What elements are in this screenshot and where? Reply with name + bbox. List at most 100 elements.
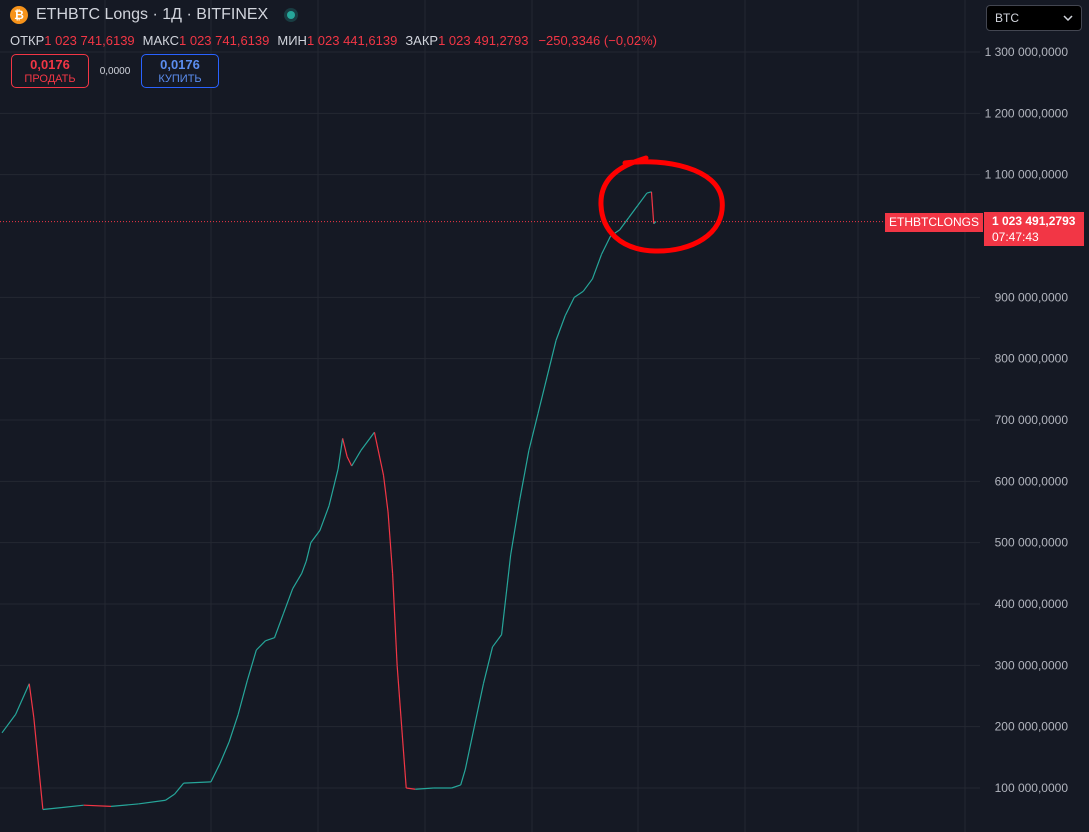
- sell-price: 0,0176: [30, 56, 70, 72]
- series-segment: [183, 781, 211, 784]
- price-chart[interactable]: 100 000,0000 200 000,0000 300 000,0000 400 …: [0, 0, 1089, 832]
- symbol-title[interactable]: ETHBTC Longs · 1Д · BITFINEX: [36, 6, 268, 24]
- series-segment: [628, 204, 639, 218]
- series-segment: [301, 560, 307, 574]
- close-value: 1 023 491,2793: [438, 33, 529, 48]
- close-label: ЗАКР: [405, 33, 439, 48]
- series-segment: [328, 468, 339, 507]
- series-segment: [255, 640, 266, 651]
- ohlc-legend: ОТКР 1 023 741,6139 МАКС 1 023 741,6139 …: [10, 33, 657, 48]
- series-segment: [582, 278, 593, 292]
- market-open-indicator-icon: [284, 8, 299, 22]
- series-segment: [283, 588, 294, 614]
- series-segment: [591, 254, 603, 280]
- series-segment: [492, 634, 503, 648]
- currency-select[interactable]: BTC: [986, 5, 1082, 31]
- series-segment: [346, 456, 353, 467]
- series-segment: [619, 217, 630, 231]
- series-segment: [500, 554, 512, 635]
- series-segment: [460, 769, 466, 786]
- candle-countdown: 07:47:43: [992, 230, 1039, 244]
- y-tick-label: 100 000,0000: [995, 781, 1069, 795]
- series-segment: [310, 530, 321, 544]
- y-tick-label: 1 200 000,0000: [985, 106, 1069, 120]
- open-label: ОТКР: [10, 33, 45, 48]
- series-segment: [15, 683, 30, 715]
- series-segment: [210, 763, 221, 783]
- chart-grid: [0, 0, 980, 832]
- last-price-value: 1 023 491,2793: [992, 214, 1076, 228]
- series-segment: [228, 714, 239, 743]
- series-segment: [650, 191, 655, 224]
- series-segment: [646, 191, 652, 194]
- series-segment: [510, 499, 521, 556]
- series-segment: [351, 450, 362, 467]
- y-tick-label: 400 000,0000: [995, 597, 1069, 611]
- y-tick-label: 1 300 000,0000: [985, 45, 1069, 59]
- series-segment: [373, 432, 385, 476]
- sell-label: ПРОДАТЬ: [24, 72, 76, 85]
- series-segment: [537, 376, 548, 415]
- buy-button[interactable]: 0,0176 КУПИТЬ: [141, 54, 219, 88]
- symbol-header[interactable]: ₿ ETHBTC Longs · 1Д · BITFINEX: [10, 6, 299, 24]
- high-label: МАКС: [142, 33, 179, 48]
- series-segment: [564, 297, 575, 316]
- series-segment: [391, 573, 398, 666]
- buy-price: 0,0176: [160, 56, 200, 72]
- symbol-price-tag: ETHBTCLONGS: [885, 213, 984, 232]
- currency-select-value: BTC: [995, 11, 1019, 25]
- series-segment: [319, 505, 330, 531]
- series-segment: [42, 807, 62, 811]
- series-segment: [473, 683, 485, 727]
- red-circle-annotation: [598, 155, 725, 254]
- series-segment: [1, 714, 17, 734]
- series-segment: [237, 680, 248, 715]
- series-segment: [83, 804, 112, 807]
- series-segment: [337, 438, 344, 470]
- series-segment: [555, 315, 566, 341]
- series-segment: [528, 413, 539, 451]
- series-segment: [33, 717, 44, 810]
- chevron-down-icon: [1063, 15, 1073, 21]
- y-tick-label: 300 000,0000: [995, 658, 1069, 672]
- high-value: 1 023 741,6139: [179, 33, 270, 48]
- series-segment: [396, 665, 403, 727]
- series-segment: [174, 782, 185, 795]
- y-tick-label: 500 000,0000: [995, 536, 1069, 550]
- change-value: −250,3346 (−0,02%): [538, 33, 658, 48]
- bitcoin-icon: ₿: [10, 6, 28, 24]
- trade-panel: 0,0176 ПРОДАТЬ 0,0000 0,0176 КУПИТЬ: [11, 54, 219, 88]
- y-tick-label: 600 000,0000: [995, 474, 1069, 488]
- series-segment: [464, 726, 475, 770]
- last-price-tag: 1 023 491,2793 07:47:43: [984, 212, 1084, 246]
- y-tick-label: 800 000,0000: [995, 352, 1069, 366]
- low-label: МИН: [277, 33, 307, 48]
- low-value: 1 023 441,6139: [306, 33, 398, 48]
- series-segment: [219, 741, 230, 764]
- y-tick-label: 700 000,0000: [995, 413, 1069, 427]
- series-segment: [401, 726, 407, 789]
- price-series: [1, 191, 657, 811]
- y-tick-label: 900 000,0000: [995, 290, 1069, 304]
- series-segment: [110, 803, 139, 807]
- sell-button[interactable]: 0,0176 ПРОДАТЬ: [11, 54, 89, 88]
- series-segment: [382, 475, 389, 513]
- series-segment: [292, 573, 303, 589]
- series-segment: [519, 450, 530, 500]
- series-segment: [637, 192, 648, 206]
- y-tick-label: 200 000,0000: [995, 720, 1069, 734]
- series-segment: [28, 683, 35, 718]
- buy-label: КУПИТЬ: [158, 72, 202, 85]
- series-segment: [369, 431, 375, 439]
- price-axis: 100 000,0000 200 000,0000 300 000,0000 400 …: [985, 45, 1069, 795]
- series-segment: [138, 799, 166, 805]
- series-segment: [60, 804, 84, 809]
- series-segment: [165, 793, 175, 801]
- series-segment: [600, 235, 612, 255]
- series-segment: [265, 637, 275, 642]
- series-segment: [360, 438, 371, 452]
- open-value: 1 023 741,6139: [44, 33, 135, 48]
- series-segment: [342, 438, 348, 457]
- spread-value: 0,0000: [99, 65, 131, 77]
- series-segment: [305, 542, 312, 562]
